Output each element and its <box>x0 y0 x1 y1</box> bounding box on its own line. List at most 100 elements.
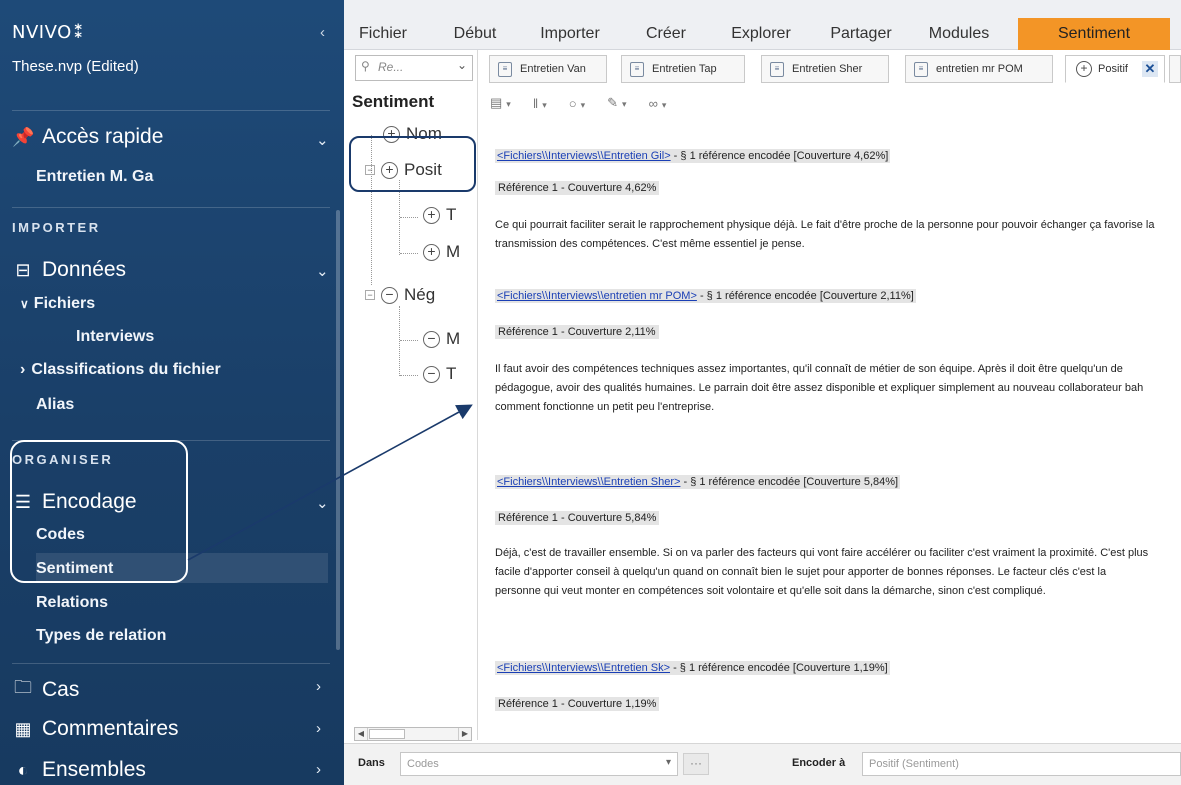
reference-content: <Fichiers\\Interviews\\Entretien Gil> - … <box>479 130 1181 742</box>
sidebar-item-classifications[interactable]: › Classifications du fichier <box>20 361 221 379</box>
chevron-down-icon[interactable]: ⌄ <box>316 262 329 280</box>
in-label: Dans <box>358 757 385 769</box>
highlight-box-positif <box>349 136 476 192</box>
link-tool[interactable]: ∞ ▾ <box>649 96 667 111</box>
tree-title: Sentiment <box>352 92 435 111</box>
tree-horizontal-scrollbar[interactable]: ◀ ▶ <box>354 727 472 741</box>
encode-to-label: Encoder à <box>792 757 846 769</box>
sidebar-scrollbar[interactable] <box>336 210 340 650</box>
sidebar-item-relation-types[interactable]: Types de relation <box>36 627 166 645</box>
plus-circle-icon: + <box>423 243 440 261</box>
briefcase-icon: 🗀 <box>14 677 32 697</box>
chevron-down-icon: ∨ <box>20 297 29 311</box>
reference-text: Ce qui pourrait faciliter serait le rapp… <box>495 219 1155 250</box>
minus-circle-icon: − <box>423 365 440 383</box>
doc-tab[interactable]: ≡ Entretien Sher <box>761 55 889 83</box>
scroll-left-icon[interactable]: ◀ <box>355 728 368 740</box>
collapse-sidebar-icon[interactable]: ‹ <box>320 24 325 41</box>
tree-node-t[interactable]: + T <box>423 205 456 225</box>
content-toolbar: ▤ ▾ ‖ ▾ ○ ▾ ✎ ▾ ∞ ▾ <box>490 92 666 114</box>
reference-text: Il faut avoir des compétences techniques… <box>495 363 1144 413</box>
nvivo-logo: NVIVO ⁑ <box>12 22 84 43</box>
scroll-thumb[interactable] <box>369 729 405 739</box>
donnees-header[interactable]: ⊟ Données <box>12 258 126 282</box>
reference-coverage: Référence 1 - Couverture 4,62% <box>495 181 660 195</box>
navigation-sidebar: NVIVO ⁑ ‹ These.nvp (Edited) 📌 Accès rapid… <box>0 0 344 785</box>
chevron-right-icon[interactable]: › <box>316 678 321 695</box>
tree-node-m-neg[interactable]: − M <box>423 329 460 349</box>
commentaires-header[interactable]: ▦ Commentaires <box>12 717 178 741</box>
chevron-down-icon[interactable]: ⌄ <box>316 131 329 149</box>
reference-coverage: Référence 1 - Couverture 1,19% <box>495 697 660 711</box>
doc-tab[interactable]: ≡ Entretien Tap <box>621 55 745 83</box>
reference-header: <Fichiers\\Interviews\\Entretien Sk> - §… <box>495 661 890 675</box>
document-icon: ≡ <box>498 62 512 77</box>
search-icon: ⚲ <box>361 59 370 73</box>
close-icon[interactable]: ✕ <box>1142 61 1158 77</box>
tree-node-t-neg[interactable]: − T <box>423 364 456 384</box>
tab-sentiment[interactable]: Sentiment <box>1018 18 1170 50</box>
more-options-button[interactable]: ··· <box>683 753 709 775</box>
plus-circle-icon: + <box>423 206 440 224</box>
in-select[interactable]: Codes ▾ <box>400 752 678 776</box>
tab-creer[interactable]: Créer <box>636 18 696 50</box>
minus-circle-icon: − <box>381 286 398 304</box>
pen-tool[interactable]: ✎ ▾ <box>607 95 626 111</box>
chevron-right-icon: › <box>20 361 26 378</box>
tab-debut[interactable]: Début <box>448 18 502 50</box>
source-link[interactable]: <Fichiers\\Interviews\\Entretien Gil> <box>497 150 671 162</box>
tree-node-negatif[interactable]: − − Nég <box>365 285 435 305</box>
highlight-box-encodage <box>10 440 188 583</box>
tree-node-m[interactable]: + M <box>423 242 460 262</box>
reference-header: <Fichiers\\Interviews\\Entretien Gil> - … <box>495 149 891 163</box>
encode-to-field[interactable]: Positif (Sentiment) <box>862 752 1181 776</box>
ensembles-header[interactable]: ◐ Ensembles <box>12 758 146 782</box>
document-icon: ≡ <box>630 62 644 77</box>
reference-coverage: Référence 1 - Couverture 2,11% <box>495 325 659 339</box>
reference-header: <Fichiers\\Interviews\\entretien mr POM>… <box>495 289 916 303</box>
sets-icon: ◐ <box>17 759 29 780</box>
chevron-right-icon[interactable]: › <box>316 720 321 737</box>
scroll-right-icon[interactable]: ▶ <box>458 728 471 740</box>
pin-icon: 📌 <box>12 126 35 147</box>
chevron-down-icon[interactable]: ⌄ <box>316 494 329 512</box>
reference-coverage: Référence 1 - Couverture 5,84% <box>495 511 660 525</box>
doc-tab[interactable]: ≡ entretien mr POM <box>905 55 1053 83</box>
tab-explorer[interactable]: Explorer <box>722 18 800 50</box>
tree-search-input[interactable]: ⚲ Re... ⌄ <box>355 55 473 81</box>
grid-icon: ⊟ <box>15 259 31 280</box>
annotation-tool[interactable]: ▤ ▾ <box>490 95 511 111</box>
minus-circle-icon: − <box>423 330 440 348</box>
tab-importer[interactable]: Importer <box>530 18 610 50</box>
plus-circle-icon: + <box>1076 61 1092 77</box>
source-link[interactable]: <Fichiers\\Interviews\\Entretien Sher> <box>497 476 680 488</box>
tab-fichier[interactable]: Fichier <box>352 18 414 50</box>
notebook-icon: ▦ <box>14 718 32 739</box>
coding-stripes-tool[interactable]: ‖ ▾ <box>533 96 547 111</box>
document-icon: ≡ <box>914 62 928 77</box>
sidebar-item-interviews[interactable]: Interviews <box>76 328 154 346</box>
doc-tab-overflow[interactable] <box>1169 55 1181 83</box>
doc-tab-active[interactable]: + Positif ✕ <box>1065 55 1165 83</box>
project-name: These.nvp (Edited) <box>12 58 139 75</box>
tab-modules[interactable]: Modules <box>922 18 996 50</box>
collapse-icon[interactable]: − <box>365 290 375 300</box>
chevron-down-icon[interactable]: ⌄ <box>457 58 467 72</box>
tab-partager[interactable]: Partager <box>822 18 900 50</box>
chevron-right-icon[interactable]: › <box>316 761 321 778</box>
source-link[interactable]: <Fichiers\\Interviews\\Entretien Sk> <box>497 662 670 674</box>
section-importer: IMPORTER <box>12 220 101 235</box>
chevron-down-icon: ▾ <box>665 757 671 768</box>
document-tabs: ≡ Entretien Van ≡ Entretien Tap ≡ Entretien… <box>479 55 1181 85</box>
doc-tab[interactable]: ≡ Entretien Van <box>489 55 607 83</box>
sidebar-item-fichiers[interactable]: ∨ Fichiers <box>20 295 95 313</box>
source-link[interactable]: <Fichiers\\Interviews\\entretien mr POM> <box>497 290 697 302</box>
shape-tool[interactable]: ○ ▾ <box>569 96 585 111</box>
reference-text: Déjà, c'est de travailler ensemble. Si o… <box>495 547 1149 597</box>
cas-header[interactable]: 🗀 Cas <box>12 675 79 705</box>
sidebar-item-alias[interactable]: Alias <box>36 396 74 414</box>
quick-access-item[interactable]: Entretien M. Ga <box>36 168 153 186</box>
sidebar-item-relations[interactable]: Relations <box>36 594 108 612</box>
ribbon-top <box>344 0 1181 18</box>
quick-access-header[interactable]: 📌 Accès rapide <box>12 125 163 149</box>
